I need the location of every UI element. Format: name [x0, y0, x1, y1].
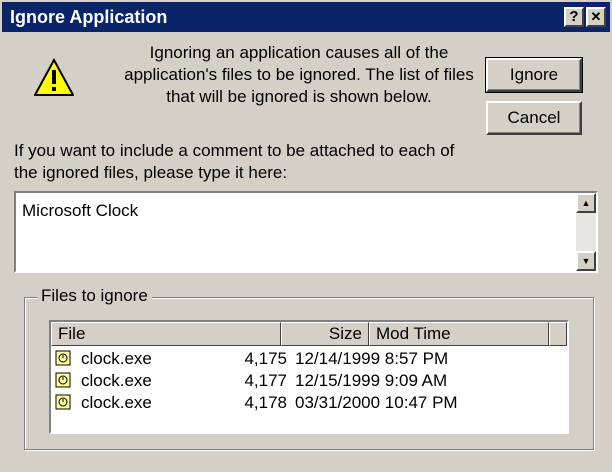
cancel-button[interactable]: Cancel	[486, 101, 582, 135]
file-mod-time: 12/15/1999 9:09 AM	[295, 371, 448, 390]
file-name: clock.exe	[81, 349, 152, 368]
window-title: Ignore Application	[10, 7, 168, 27]
ignore-application-dialog: Ignore Application ? ✕ Ignoring an appli…	[0, 0, 612, 472]
column-header-filler	[549, 322, 567, 346]
file-name: clock.exe	[81, 393, 152, 412]
column-header-file[interactable]: File	[51, 322, 281, 346]
file-mod-time: 03/31/2000 10:47 PM	[295, 393, 458, 412]
file-name: clock.exe	[81, 371, 152, 390]
file-icon	[55, 394, 71, 410]
comment-prompt: If you want to include a comment to be a…	[14, 140, 484, 184]
file-icon	[55, 372, 71, 388]
title-bar[interactable]: Ignore Application ? ✕	[2, 2, 610, 32]
table-row[interactable]: clock.exe 4,175 12/14/1999 8:57 PM	[51, 348, 567, 370]
info-message-line-2: application's files to be ignored. The l…	[124, 65, 474, 84]
column-header-size[interactable]: Size	[281, 322, 369, 346]
files-to-ignore-label: Files to ignore	[37, 286, 152, 306]
help-button[interactable]: ?	[564, 7, 584, 27]
file-size: 4,177	[244, 371, 287, 390]
files-to-ignore-group: Files to ignore File Size Mod Time clock…	[24, 286, 594, 450]
scroll-up-icon[interactable]: ▲	[576, 193, 596, 213]
column-header-mod-time[interactable]: Mod Time	[369, 322, 549, 346]
info-message: Ignoring an application causes all of th…	[124, 42, 474, 108]
file-icon	[55, 350, 71, 366]
file-mod-time: 12/14/1999 8:57 PM	[295, 349, 449, 368]
file-size: 4,178	[244, 393, 287, 412]
table-row[interactable]: clock.exe 4,177 12/15/1999 9:09 AM	[51, 370, 567, 392]
info-message-line-3: that will be ignored is shown below.	[166, 87, 432, 106]
comment-scrollbar[interactable]: ▲ ▼	[576, 193, 596, 271]
comment-textarea[interactable]: Microsoft Clock ▲ ▼	[14, 191, 598, 273]
close-button[interactable]: ✕	[586, 7, 606, 27]
file-size: 4,175	[244, 349, 287, 368]
files-list[interactable]: File Size Mod Time clock.exe 4,175 12/14…	[49, 320, 569, 434]
comment-prompt-line-1: If you want to include a comment to be a…	[14, 141, 455, 160]
info-message-line-1: Ignoring an application causes all of th…	[149, 43, 449, 62]
list-header: File Size Mod Time	[51, 322, 567, 346]
ignore-button[interactable]: Ignore	[485, 57, 583, 93]
comment-prompt-line-2: the ignored files, please type it here:	[14, 163, 288, 182]
warning-icon	[34, 58, 74, 96]
comment-value: Microsoft Clock	[22, 201, 139, 220]
table-row[interactable]: clock.exe 4,178 03/31/2000 10:47 PM	[51, 392, 567, 414]
scroll-down-icon[interactable]: ▼	[576, 251, 596, 271]
